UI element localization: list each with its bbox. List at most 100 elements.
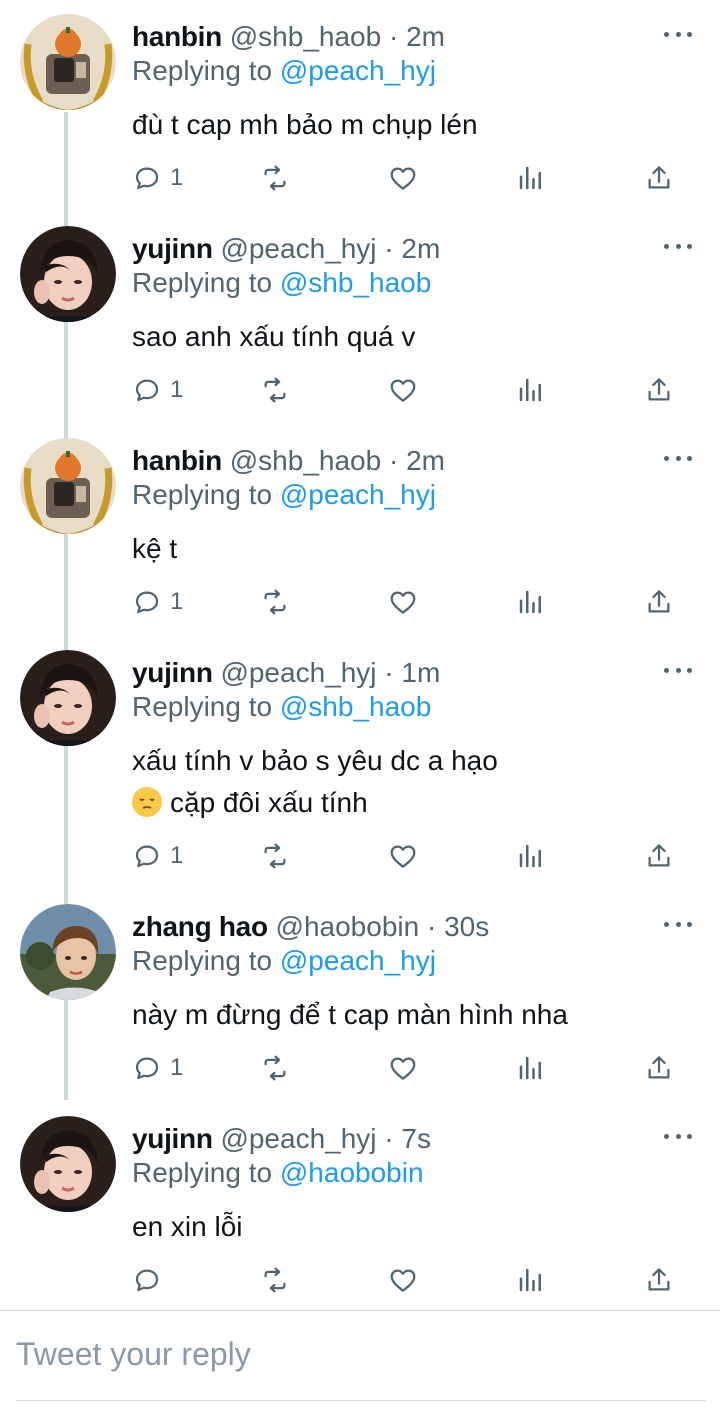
reply-button[interactable]: 1	[132, 370, 183, 410]
tweet[interactable]: zhang hao @haobobin · 30s Replying to @p…	[0, 890, 720, 1102]
share-button[interactable]	[644, 1260, 674, 1300]
reply-count: 1	[170, 588, 184, 615]
share-button[interactable]	[644, 1048, 674, 1088]
share-icon	[648, 378, 670, 401]
retweet-button[interactable]	[260, 836, 290, 876]
author-handle[interactable]: @peach_hyj	[220, 233, 376, 264]
reply-button[interactable]: 1	[132, 582, 183, 622]
tweet-text: đù t cap mh bảo m chụp lén	[132, 104, 478, 146]
retweet-button[interactable]	[260, 582, 290, 622]
tweet-text-line: kệ t	[132, 533, 178, 564]
timestamp[interactable]: 30s	[444, 911, 489, 942]
reply-count: 1	[170, 842, 184, 869]
retweet-button[interactable]	[260, 158, 290, 198]
like-button[interactable]	[388, 836, 418, 876]
mention-link[interactable]: @peach_hyj	[280, 55, 436, 86]
tweet[interactable]: yujinn @peach_hyj · 7s Replying to @haob…	[0, 1102, 720, 1308]
mention-link[interactable]: @peach_hyj	[280, 479, 436, 510]
reply-button[interactable]: 1	[132, 1048, 183, 1088]
avatar[interactable]	[20, 904, 116, 1000]
views-button[interactable]	[516, 158, 546, 198]
timestamp[interactable]: 2m	[401, 233, 440, 264]
tweet-text: sao anh xấu tính quá v	[132, 316, 415, 358]
like-button[interactable]	[388, 1048, 418, 1088]
retweet-icon	[264, 377, 286, 403]
retweet-button[interactable]	[260, 1260, 290, 1300]
reply-count: 1	[170, 1054, 184, 1081]
author-name[interactable]: hanbin	[132, 21, 222, 52]
views-button[interactable]	[516, 582, 546, 622]
separator-dot: ·	[388, 445, 399, 476]
more-options-icon[interactable]	[664, 22, 692, 46]
author-handle[interactable]: @peach_hyj	[220, 657, 376, 688]
tweet-text: en xin lỗi	[132, 1206, 243, 1248]
retweet-button[interactable]	[260, 370, 290, 410]
mention-link[interactable]: @shb_haob	[280, 691, 431, 722]
replying-to-label: Replying to	[132, 1157, 280, 1188]
reply-button[interactable]	[132, 1260, 170, 1300]
author-name[interactable]: zhang hao	[132, 911, 268, 942]
reply-input[interactable]	[16, 1332, 706, 1373]
views-icon	[519, 166, 541, 190]
replying-to-label: Replying to	[132, 691, 280, 722]
author-handle[interactable]: @shb_haob	[230, 445, 381, 476]
more-options-icon[interactable]	[664, 446, 692, 470]
reply-button[interactable]: 1	[132, 158, 183, 198]
retweet-icon	[264, 1267, 286, 1293]
tweet[interactable]: yujinn @peach_hyj · 2m Replying to @shb_…	[0, 212, 720, 424]
reply-composer	[16, 1332, 706, 1401]
like-button[interactable]	[388, 1260, 418, 1300]
share-icon	[648, 844, 670, 867]
avatar[interactable]	[20, 650, 116, 746]
share-button[interactable]	[644, 582, 674, 622]
reply-count: 1	[170, 164, 184, 191]
share-button[interactable]	[644, 370, 674, 410]
timestamp[interactable]: 2m	[406, 445, 445, 476]
share-button[interactable]	[644, 158, 674, 198]
action-bar: 1	[132, 370, 692, 410]
mention-link[interactable]: @shb_haob	[280, 267, 431, 298]
like-button[interactable]	[388, 582, 418, 622]
reply-icon	[135, 1057, 159, 1080]
avatar[interactable]	[20, 1116, 116, 1212]
views-button[interactable]	[516, 1260, 546, 1300]
tweet[interactable]: hanbin @shb_haob · 2m Replying to @peach…	[0, 0, 720, 212]
avatar[interactable]	[20, 226, 116, 322]
tweet[interactable]: yujinn @peach_hyj · 1m Replying to @shb_…	[0, 636, 720, 890]
author-name[interactable]: yujinn	[132, 233, 213, 264]
tweet-text: này m đừng để t cap màn hình nha	[132, 994, 568, 1036]
avatar[interactable]	[20, 14, 116, 110]
more-options-icon[interactable]	[664, 234, 692, 258]
avatar[interactable]	[20, 438, 116, 534]
timestamp[interactable]: 2m	[406, 21, 445, 52]
author-handle[interactable]: @haobobin	[276, 911, 420, 942]
like-button[interactable]	[388, 158, 418, 198]
tweet[interactable]: hanbin @shb_haob · 2m Replying to @peach…	[0, 424, 720, 636]
author-handle[interactable]: @shb_haob	[230, 21, 381, 52]
tweet-text: xấu tính v bảo s yêu dc a hạo cặp đôi xấ…	[132, 740, 498, 824]
more-options-icon[interactable]	[664, 1124, 692, 1148]
views-button[interactable]	[516, 836, 546, 876]
author-name[interactable]: yujinn	[132, 1123, 213, 1154]
author-name[interactable]: yujinn	[132, 657, 213, 688]
share-icon	[648, 1268, 670, 1291]
retweet-button[interactable]	[260, 1048, 290, 1088]
like-button[interactable]	[388, 370, 418, 410]
mention-link[interactable]: @haobobin	[280, 1157, 424, 1188]
action-bar: 1	[132, 1048, 692, 1088]
timestamp[interactable]: 1m	[401, 657, 440, 688]
more-options-icon[interactable]	[664, 912, 692, 936]
reply-button[interactable]: 1	[132, 836, 183, 876]
reply-count: 1	[170, 376, 184, 403]
mention-link[interactable]: @peach_hyj	[280, 945, 436, 976]
views-button[interactable]	[516, 1048, 546, 1088]
tweet-text-line: này m đừng để t cap màn hình nha	[132, 999, 568, 1030]
timestamp[interactable]: 7s	[401, 1123, 431, 1154]
more-options-icon[interactable]	[664, 658, 692, 682]
retweet-icon	[264, 589, 286, 615]
author-handle[interactable]: @peach_hyj	[220, 1123, 376, 1154]
views-button[interactable]	[516, 370, 546, 410]
share-button[interactable]	[644, 836, 674, 876]
reply-icon	[135, 845, 159, 868]
author-name[interactable]: hanbin	[132, 445, 222, 476]
